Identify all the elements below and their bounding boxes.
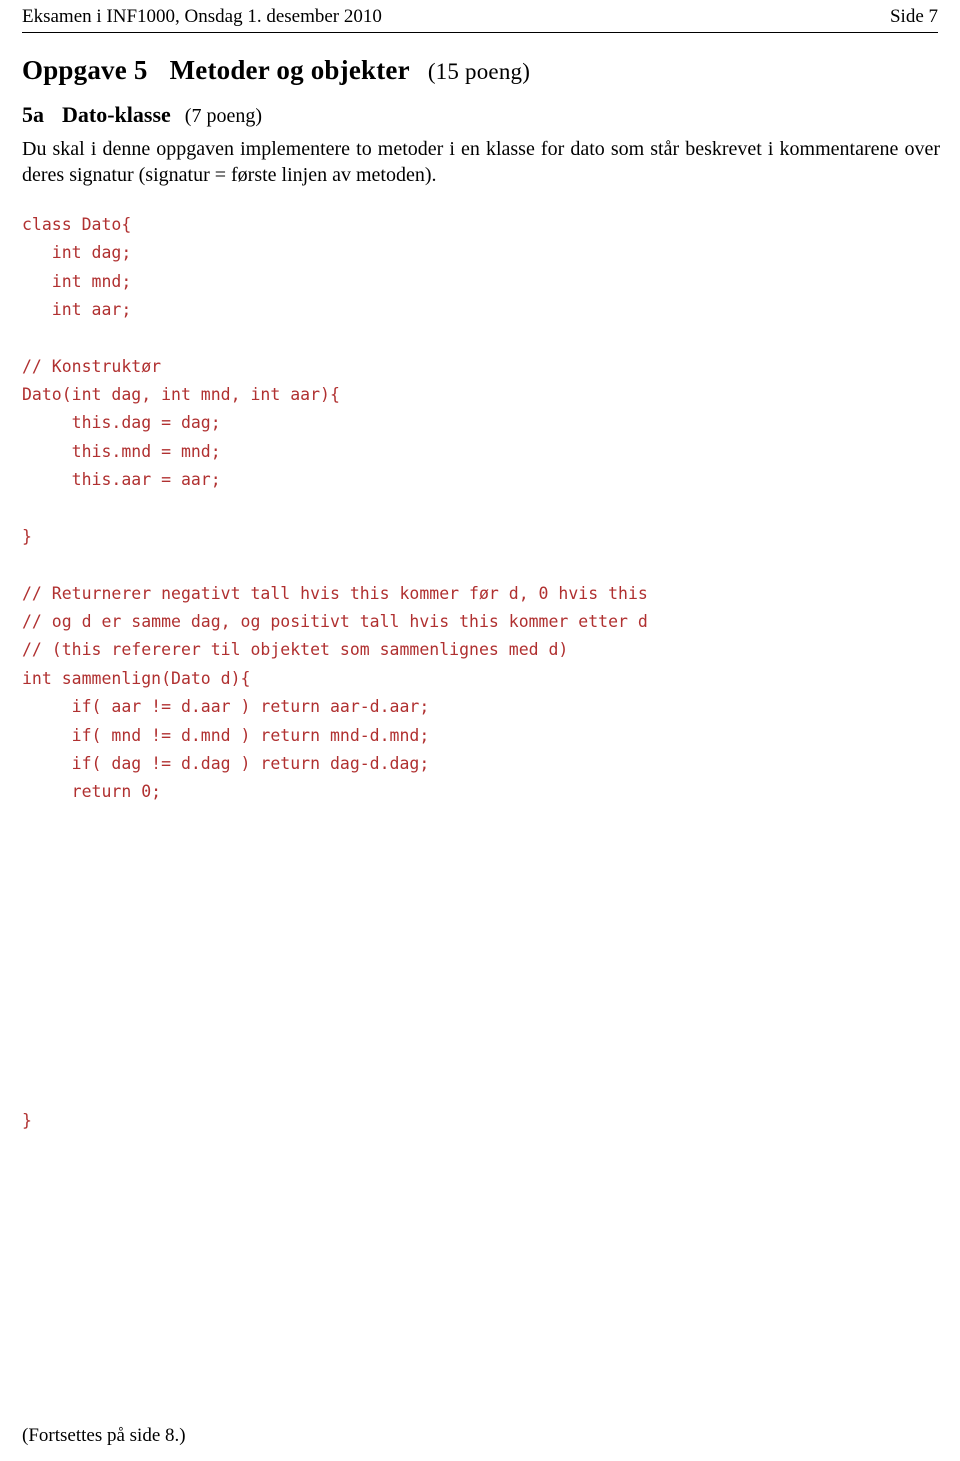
task-heading: Oppgave 5 Metoder og objekter (15 poeng) xyxy=(22,55,938,86)
header-exam-title: Eksamen i INF1000, Onsdag 1. desember 20… xyxy=(22,6,382,27)
subtask-number: 5a xyxy=(22,102,44,127)
subtask-intro-text: Du skal i denne oppgaven implementere to… xyxy=(22,138,940,187)
task-title: Metoder og objekter xyxy=(169,55,410,85)
subtask-heading: 5a Dato-klasse (7 poeng) xyxy=(22,102,938,128)
closing-brace: } xyxy=(22,1110,32,1130)
java-code-closing-brace: } xyxy=(22,1107,938,1135)
subtask-points: (7 poeng) xyxy=(184,105,262,127)
task-points: (15 poeng) xyxy=(427,59,531,84)
java-code-listing: class Dato{ int dag; int mnd; int aar; /… xyxy=(22,211,938,807)
code-lines: class Dato{ int dag; int mnd; int aar; /… xyxy=(22,214,648,802)
page-footer: (Fortsettes på side 8.) xyxy=(22,1425,186,1446)
subtask-title: Dato-klasse xyxy=(62,102,171,127)
task-number: Oppgave 5 xyxy=(22,55,148,85)
page-header: Eksamen i INF1000, Onsdag 1. desember 20… xyxy=(22,0,938,28)
header-page-number: Side 7 xyxy=(889,6,938,27)
header-divider xyxy=(22,32,938,33)
exam-page: Eksamen i INF1000, Onsdag 1. desember 20… xyxy=(0,0,960,1461)
